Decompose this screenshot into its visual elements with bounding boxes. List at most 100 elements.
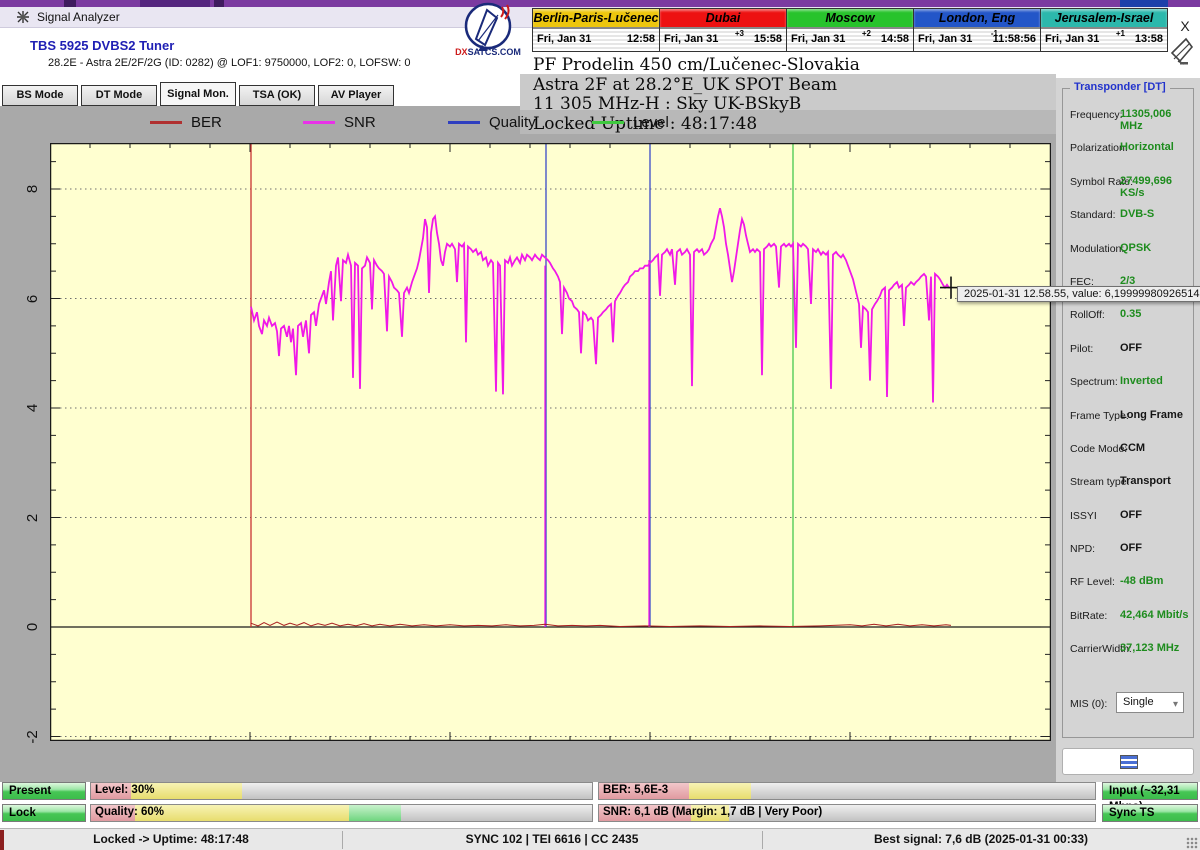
world-clocks: Berlin-Paris-Lučenec Fri, Jan 31 12:58 Duba… [532,8,1168,52]
legend-item-quality: Quality [448,112,536,132]
header-line-3: 11 305 MHz-H : Sky UK-BSkyB [533,95,860,115]
legend-label: SNR [344,114,376,131]
field-value: OFF [1120,542,1142,554]
clock-date: Fri, Jan 31 [664,33,718,45]
field-value: QPSK [1120,242,1151,254]
legend-color-swatch [150,121,182,124]
transponder-row: NPD: OFF [1062,534,1194,567]
dxsatcs-logo: DXSATCS.COM [452,1,524,59]
field-value: CCM [1120,442,1145,454]
field-label: BitRate: [1070,610,1107,622]
field-label: ISSYI [1070,510,1097,522]
clock-city-name: Berlin-Paris-Lučenec [533,9,659,29]
transponder-row: RollOff:0.35 [1062,300,1194,333]
transponder-fields: Frequency:11305,006 MHzPolarization:Hori… [1062,100,1194,668]
field-value: Horizontal [1120,141,1174,153]
chevron-down-icon: ▾ [1173,695,1178,714]
tab-bs-mode[interactable]: BS Mode [2,85,78,106]
field-label: Spectrum: [1070,376,1118,388]
clock-city-name: Jerusalem-Israel [1041,9,1167,29]
field-value: DVB-S [1120,208,1154,220]
level-label: Level: 30% [95,784,154,796]
transponder-row: Frame Type:Long Frame [1062,401,1194,434]
quality-label: Quality: 60% [95,806,164,818]
field-label: Pilot: [1070,343,1093,355]
background-window-fragment [140,0,210,7]
field-value: -48 dBm [1120,575,1163,587]
clock-cell: Jerusalem-IsraelFri, Jan 31+113:58 [1041,9,1167,51]
field-value: Transport [1120,475,1171,487]
clock-time: 11:58:56 [993,33,1036,45]
background-window-strip [0,0,1200,7]
field-label: Code Mode: [1070,443,1127,455]
field-value: 0.35 [1120,308,1141,320]
tab-tsa-ok-[interactable]: TSA (OK) [239,85,315,106]
lock-indicator: Lock [2,804,86,822]
tab-dt-mode[interactable]: DT Mode [81,85,157,106]
field-value: 42,464 Mbit/s [1120,609,1188,621]
transponder-row: BitRate: 42,464 Mbit/s [1062,601,1194,634]
y-axis-tick-label: 4 [24,397,42,419]
legend-color-swatch [303,121,335,124]
clock-city-name: Dubai [660,9,786,29]
chart-tooltip: 2025-01-31 12.58.55, value: 6,1999998092… [957,286,1200,302]
field-value: 27499,696 KS/s [1120,175,1194,199]
signal-chart[interactable] [50,143,1051,741]
clock-time: 15:58 [754,33,782,45]
field-label: RF Level: [1070,576,1115,588]
status-uptime: Locked -> Uptime: 48:17:48 [0,832,342,846]
field-label: Modulation: [1070,243,1124,255]
app-antenna-icon [16,10,30,24]
legend-item-ber: BER [150,112,222,132]
background-window-fragment [64,0,76,7]
resize-grip[interactable] [1186,837,1198,849]
field-label: NPD: [1070,543,1095,555]
tuner-detail: 28.2E - Astra 2E/2F/2G (ID: 0282) @ LOF1… [48,57,411,69]
site-header-text: PF Prodelin 450 cm/Lučenec-Slovakia Astr… [533,56,860,134]
clock-date: Fri, Jan 31 [1045,33,1099,45]
header-line-2: Astra 2F at 28.2°E_UK SPOT Beam [533,76,860,96]
header-line-1: PF Prodelin 450 cm/Lučenec-Slovakia [533,56,860,76]
transponder-row: Spectrum:Inverted [1062,367,1194,400]
y-axis-tick-label: 6 [24,288,42,310]
transponder-row: Symbol Rate:27499,696 KS/s [1062,167,1194,200]
mis-selected-value: Single [1123,696,1154,708]
transponder-row: Pilot:OFF [1062,334,1194,367]
clock-date: Fri, Jan 31 [918,33,972,45]
clock-date: Fri, Jan 31 [791,33,845,45]
ber-fill [689,783,751,799]
background-window-fragment [1120,0,1168,7]
transponder-list-button[interactable] [1062,748,1194,775]
legend-label: BER [191,114,222,131]
clock-time: 12:58 [627,33,655,45]
y-axis-tick-label: 2 [24,507,42,529]
mis-select[interactable]: Single ▾ [1116,692,1184,713]
quality-progress-bar: Quality: 60% [90,804,593,822]
clock-time-row: Fri, Jan 31+214:58 [787,29,913,51]
transponder-row: Modulation:QPSK [1062,234,1194,267]
background-window-fragment [214,0,224,7]
transponder-row: Stream type:Transport [1062,467,1194,500]
present-indicator: Present [2,782,86,800]
legend-label: Quality [489,114,536,131]
clock-time-row: Fri, Jan 31-111:58:56 [914,29,1040,51]
tab-av-player[interactable]: AV Player [318,85,394,106]
tab-signal-mon-[interactable]: Signal Mon. [160,82,236,106]
header-line-4: Locked Uptime : 48:17:48 [533,115,860,135]
ber-label: BER: 5,6E-3 [603,784,668,796]
field-value: 37,123 MHz [1120,642,1179,654]
clock-time: 14:58 [881,33,909,45]
y-axis-tick-label: -2 [24,726,42,748]
transponder-title: Transponder [DT] [1070,81,1170,93]
input-indicator: Input (~32,31 Mbps) [1102,782,1198,800]
close-button[interactable]: X [1176,18,1194,36]
clock-utc-offset: +3 [735,29,744,38]
field-label: Frequency: [1070,109,1123,121]
quality-fill-green [349,805,401,821]
clock-city-name: Moscow [787,9,913,29]
field-value: Long Frame [1120,409,1183,421]
clock-time-row: Fri, Jan 31 +3 15:58 [660,29,786,51]
ber-progress-bar: BER: 5,6E-3 [598,782,1096,800]
status-best-signal: Best signal: 7,6 dB (2025-01-31 00:33) [762,832,1200,846]
transponder-row: ISSYIOFF [1062,501,1194,534]
